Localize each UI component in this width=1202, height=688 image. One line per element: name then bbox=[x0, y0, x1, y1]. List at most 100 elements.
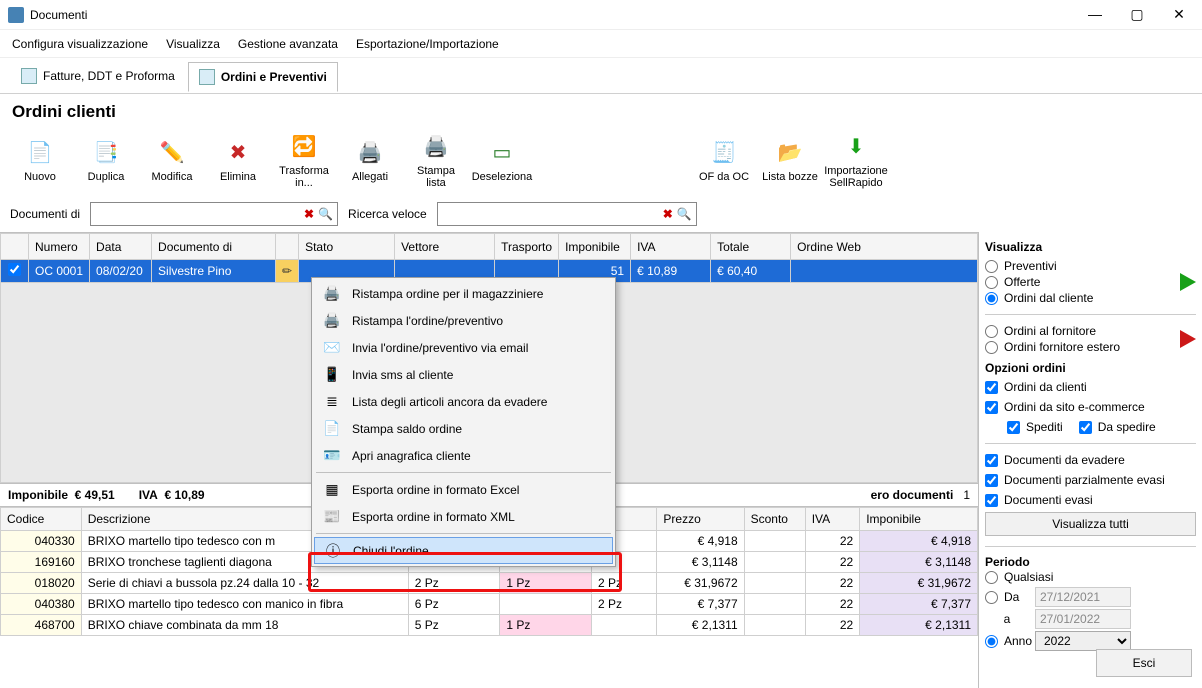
delete-button[interactable]: ✖Elimina bbox=[208, 130, 268, 192]
menu-item-icon: 📱 bbox=[322, 366, 342, 384]
quick-search-field[interactable]: ✖ 🔍 bbox=[437, 202, 697, 226]
menu-view[interactable]: Visualizza bbox=[166, 37, 220, 51]
tab-invoices[interactable]: Fatture, DDT e Proforma bbox=[10, 61, 186, 91]
cell-numero: OC 0001 bbox=[29, 260, 90, 283]
search-icon[interactable]: 🔍 bbox=[318, 207, 333, 221]
attachments-button[interactable]: 🖨️Allegati bbox=[340, 130, 400, 192]
ctx-export-excel[interactable]: ▦Esporta ordine in formato Excel bbox=[314, 476, 613, 503]
check-da-spedire[interactable]: Da spedire bbox=[1079, 419, 1156, 435]
check-ordini-ecommerce[interactable]: Ordini da sito e-commerce bbox=[985, 399, 1196, 415]
menu-item-icon: 🖨️ bbox=[322, 285, 342, 303]
col-iva[interactable]: IVA bbox=[805, 508, 860, 531]
ctx-sms-client[interactable]: 📱Invia sms al cliente bbox=[314, 361, 613, 388]
check-da-evadere[interactable]: Documenti da evadere bbox=[985, 452, 1196, 468]
ctx-reprint-order[interactable]: 🖨️Ristampa l'ordine/preventivo bbox=[314, 307, 613, 334]
maximize-button[interactable]: ▢ bbox=[1122, 6, 1152, 23]
doc-of-input[interactable] bbox=[95, 204, 302, 224]
context-menu[interactable]: 🖨️Ristampa ordine per il magazziniere🖨️R… bbox=[311, 277, 616, 567]
menu-item-icon: 📄 bbox=[322, 420, 342, 438]
ctx-print-balance[interactable]: 📄Stampa saldo ordine bbox=[314, 415, 613, 442]
side-periodo-title: Periodo bbox=[985, 555, 1196, 569]
print-list-button[interactable]: 🖨️Stampa lista bbox=[406, 130, 466, 192]
menu-item-icon: 🖨️ bbox=[322, 312, 342, 330]
new-button[interactable]: 📄Nuovo bbox=[10, 130, 70, 192]
col-trasporto[interactable]: Trasporto bbox=[495, 234, 559, 260]
col-numero[interactable]: Numero bbox=[29, 234, 90, 260]
ctx-email-order[interactable]: ✉️Invia l'ordine/preventivo via email bbox=[314, 334, 613, 361]
menu-item-icon: 🪪 bbox=[322, 447, 342, 465]
minimize-button[interactable]: — bbox=[1080, 6, 1110, 23]
close-button[interactable]: ✕ bbox=[1164, 6, 1194, 23]
cell-flag: ✏ bbox=[276, 260, 299, 283]
clear-icon[interactable]: ✖ bbox=[663, 207, 673, 221]
select-anno[interactable]: 2022 bbox=[1035, 631, 1131, 651]
radio-preventivi[interactable]: Preventivi bbox=[985, 258, 1180, 274]
table-row[interactable]: 040380BRIXO martello tipo tedesco con ma… bbox=[1, 594, 978, 615]
edit-button[interactable]: ✏️Modifica bbox=[142, 130, 202, 192]
date-from bbox=[1035, 587, 1131, 607]
ctx-export-xml[interactable]: 📰Esporta ordine in formato XML bbox=[314, 503, 613, 530]
import-sellrapido-button[interactable]: ⬇Importazione SellRapido bbox=[826, 130, 886, 192]
radio-ordini-cliente[interactable]: Ordini dal cliente bbox=[985, 290, 1180, 306]
cell-iva: € 10,89 bbox=[631, 260, 711, 283]
col-imp[interactable]: Imponibile bbox=[860, 508, 978, 531]
transform-button[interactable]: 🔁Trasforma in... bbox=[274, 130, 334, 192]
quick-search-input[interactable] bbox=[442, 204, 661, 224]
exit-button[interactable]: Esci bbox=[1096, 649, 1192, 677]
col-iva[interactable]: IVA bbox=[631, 234, 711, 260]
tab-label: Ordini e Preventivi bbox=[221, 70, 327, 84]
col-codice[interactable]: Codice bbox=[1, 508, 82, 531]
search-icon[interactable]: 🔍 bbox=[677, 207, 692, 221]
btn-visualizza-tutti[interactable]: Visualizza tutti bbox=[985, 512, 1196, 536]
receipt-icon: 🧾 bbox=[710, 139, 738, 167]
duplicate-button[interactable]: 📑Duplica bbox=[76, 130, 136, 192]
menu-export[interactable]: Esportazione/Importazione bbox=[356, 37, 499, 51]
clear-icon[interactable]: ✖ bbox=[304, 207, 314, 221]
radio-anno[interactable]: Anno bbox=[985, 633, 1029, 649]
col-sconto[interactable]: Sconto bbox=[744, 508, 805, 531]
check-spediti[interactable]: Spediti bbox=[1007, 419, 1063, 435]
radio-ordini-fornitore[interactable]: Ordini al fornitore bbox=[985, 323, 1180, 339]
col-prezzo[interactable]: Prezzo bbox=[657, 508, 744, 531]
check-ordini-clienti[interactable]: Ordini da clienti bbox=[985, 379, 1196, 395]
menu-advanced[interactable]: Gestione avanzata bbox=[238, 37, 338, 51]
check-parzialmente[interactable]: Documenti parzialmente evasi bbox=[985, 472, 1196, 488]
col-docdi[interactable]: Documento di bbox=[152, 234, 276, 260]
col-totale[interactable]: Totale bbox=[711, 234, 791, 260]
col-vettore[interactable]: Vettore bbox=[395, 234, 495, 260]
ctx-open-customer[interactable]: 🪪Apri anagrafica cliente bbox=[314, 442, 613, 469]
menu-item-label: Esporta ordine in formato XML bbox=[352, 510, 515, 524]
col-imponibile[interactable]: Imponibile bbox=[559, 234, 631, 260]
drafts-button[interactable]: 📂Lista bozze bbox=[760, 130, 820, 192]
col-ordineweb[interactable]: Ordine Web bbox=[791, 234, 978, 260]
menu-item-icon: ▦ bbox=[322, 481, 342, 499]
table-row[interactable]: 468700BRIXO chiave combinata da mm 185 P… bbox=[1, 615, 978, 636]
side-panel: Visualizza Preventivi Offerte Ordini dal… bbox=[978, 232, 1202, 688]
of-da-oc-button[interactable]: 🧾OF da OC bbox=[694, 130, 754, 192]
ctx-reprint-warehouse[interactable]: 🖨️Ristampa ordine per il magazziniere bbox=[314, 280, 613, 307]
col-data[interactable]: Data bbox=[90, 234, 152, 260]
table-row[interactable]: 018020Serie di chiavi a bussola pz.24 da… bbox=[1, 573, 978, 594]
ctx-close-order[interactable]: ⓘChiudi l'ordine bbox=[314, 537, 613, 564]
radio-offerte[interactable]: Offerte bbox=[985, 274, 1180, 290]
radio-ordini-fornitore-estero[interactable]: Ordini fornitore estero bbox=[985, 339, 1180, 355]
cell-ordineweb bbox=[791, 260, 978, 283]
arrow-red-icon bbox=[1180, 330, 1196, 348]
deselect-icon: ▭ bbox=[488, 139, 516, 167]
col-flag[interactable] bbox=[276, 234, 299, 260]
col-check[interactable] bbox=[1, 234, 29, 260]
row-check[interactable] bbox=[8, 263, 21, 276]
deselect-button[interactable]: ▭Deseleziona bbox=[472, 130, 532, 192]
tabs-bar: Fatture, DDT e Proforma Ordini e Prevent… bbox=[0, 58, 1202, 94]
doc-of-field[interactable]: ✖ 🔍 bbox=[90, 202, 338, 226]
menu-config[interactable]: Configura visualizzazione bbox=[12, 37, 148, 51]
col-stato[interactable]: Stato bbox=[299, 234, 395, 260]
radio-da[interactable]: Da bbox=[985, 589, 1029, 605]
check-evasi[interactable]: Documenti evasi bbox=[985, 492, 1196, 508]
order-icon bbox=[199, 69, 215, 85]
orders-table[interactable]: Numero Data Documento di Stato Vettore T… bbox=[0, 233, 978, 283]
ctx-pending-items[interactable]: ≣Lista degli articoli ancora da evadere bbox=[314, 388, 613, 415]
tab-orders[interactable]: Ordini e Preventivi bbox=[188, 62, 338, 92]
copy-icon: 📑 bbox=[92, 139, 120, 167]
radio-qualsiasi[interactable]: Qualsiasi bbox=[985, 569, 1196, 585]
